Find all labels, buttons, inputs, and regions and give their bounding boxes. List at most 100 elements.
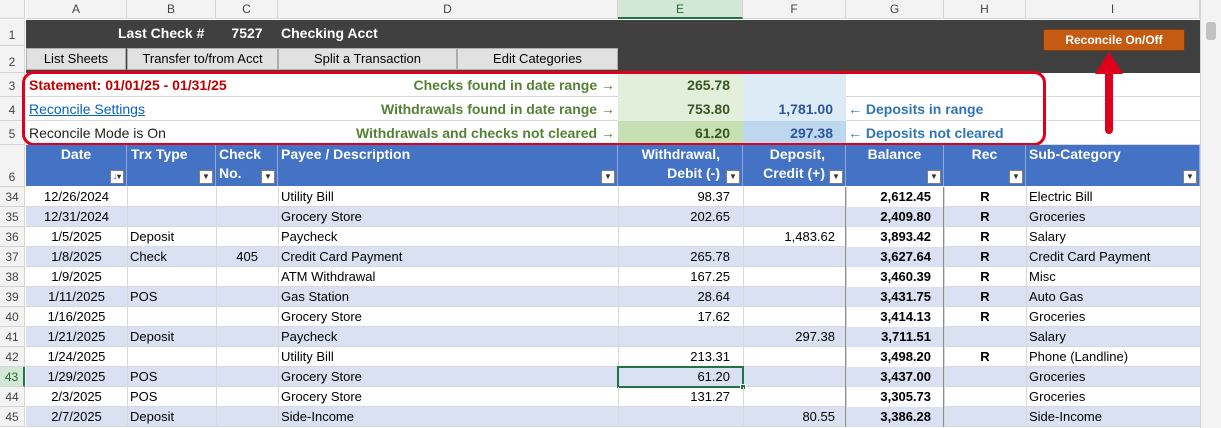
check-no-cell[interactable] [216,407,278,427]
check-no-cell[interactable] [216,307,278,327]
payee-cell[interactable]: Grocery Store [278,367,618,387]
date-cell[interactable]: 1/24/2025 [26,347,127,367]
date-cell[interactable]: 12/26/2024 [26,187,127,207]
row-header-45[interactable]: 45 [0,407,25,427]
filter-dropdown-icon[interactable]: ▼ [927,170,941,184]
date-cell[interactable]: 1/16/2025 [26,307,127,327]
column-header-d[interactable]: D [278,0,618,19]
filter-dropdown-icon[interactable]: ▼ [1183,170,1197,184]
subcategory-cell[interactable]: Groceries [1026,367,1200,387]
column-header-h[interactable]: H [944,0,1026,19]
payee-cell[interactable]: Grocery Store [278,207,618,227]
sort-filter-icon[interactable]: ↓▾ [110,170,124,184]
check-no-cell[interactable] [216,187,278,207]
row-header-34[interactable]: 34 [0,187,25,207]
split-transaction-button[interactable]: Split a Transaction [278,48,457,70]
check-no-cell[interactable] [216,347,278,367]
payee-cell[interactable]: Paycheck [278,227,618,247]
vertical-scrollbar[interactable] [1200,0,1221,428]
transfer-button[interactable]: Transfer to/from Acct [127,48,278,70]
trx-type-cell[interactable]: POS [127,367,216,387]
column-header-e[interactable]: E [618,0,743,19]
subcategory-cell[interactable]: Salary [1026,327,1200,347]
withdrawal-cell[interactable]: 213.31 [618,347,743,367]
deposit-cell[interactable]: 80.55 [743,407,846,427]
row-header-2[interactable]: 2 [0,46,25,73]
filter-dropdown-icon[interactable]: ▼ [199,170,213,184]
deposit-cell[interactable] [743,367,846,387]
deposit-cell[interactable]: 297.38 [743,327,846,347]
row-header-37[interactable]: 37 [0,247,25,267]
trx-type-cell[interactable] [127,307,216,327]
balance-cell[interactable]: 3,711.51 [846,327,944,347]
check-no-cell[interactable] [216,287,278,307]
row-header-40[interactable]: 40 [0,307,25,327]
balance-cell[interactable]: 3,431.75 [846,287,944,307]
row-header-39[interactable]: 39 [0,287,25,307]
row-header-44[interactable]: 44 [0,387,25,407]
subcategory-cell[interactable]: Groceries [1026,207,1200,227]
subcategory-cell[interactable]: Salary [1026,227,1200,247]
subcategory-cell[interactable]: Electric Bill [1026,187,1200,207]
rec-cell[interactable]: R [944,307,1026,327]
payee-cell[interactable]: Utility Bill [278,187,618,207]
deposit-cell[interactable] [743,267,846,287]
column-header-i[interactable]: I [1026,0,1200,19]
deposit-cell[interactable]: 1,483.62 [743,227,846,247]
row-header-36[interactable]: 36 [0,227,25,247]
check-no-cell[interactable] [216,227,278,247]
trx-type-cell[interactable]: Deposit [127,407,216,427]
balance-cell[interactable]: 3,893.42 [846,227,944,247]
withdrawal-cell[interactable] [618,407,743,427]
trx-type-cell[interactable] [127,207,216,227]
rec-cell[interactable]: R [944,247,1026,267]
row-header-6[interactable]: 6 [0,145,25,187]
rec-cell[interactable] [944,327,1026,347]
list-sheets-button[interactable]: List Sheets [26,48,126,70]
deposit-cell[interactable] [743,307,846,327]
date-cell[interactable]: 2/3/2025 [26,387,127,407]
withdrawal-cell[interactable]: 17.62 [618,307,743,327]
check-no-cell[interactable] [216,387,278,407]
rec-cell[interactable] [944,387,1026,407]
payee-cell[interactable]: Utility Bill [278,347,618,367]
deposit-cell[interactable] [743,247,846,267]
withdrawal-cell[interactable]: 131.27 [618,387,743,407]
trx-type-cell[interactable]: Deposit [127,327,216,347]
subcategory-cell[interactable]: Side-Income [1026,407,1200,427]
trx-type-cell[interactable] [127,267,216,287]
row-header-43[interactable]: 43 [0,367,25,387]
subcategory-cell[interactable]: Misc [1026,267,1200,287]
withdrawal-cell[interactable]: 202.65 [618,207,743,227]
trx-type-cell[interactable]: Deposit [127,227,216,247]
check-no-cell[interactable] [216,367,278,387]
column-header-a[interactable]: A [26,0,127,19]
edit-categories-button[interactable]: Edit Categories [457,48,618,70]
date-cell[interactable]: 1/21/2025 [26,327,127,347]
date-cell[interactable]: 2/7/2025 [26,407,127,427]
deposit-cell[interactable] [743,287,846,307]
filter-dropdown-icon[interactable]: ▼ [829,170,843,184]
filter-dropdown-icon[interactable]: ▼ [261,170,275,184]
column-header-f[interactable]: F [743,0,846,19]
deposit-cell[interactable] [743,207,846,227]
payee-cell[interactable]: Grocery Store [278,387,618,407]
trx-type-cell[interactable]: POS [127,287,216,307]
subcategory-cell[interactable]: Credit Card Payment [1026,247,1200,267]
rec-cell[interactable] [944,367,1026,387]
column-header-b[interactable]: B [127,0,216,19]
deposit-cell[interactable] [743,187,846,207]
row-header-1[interactable]: 1 [0,20,25,46]
scrollbar-thumb[interactable] [1206,22,1216,40]
rec-cell[interactable]: R [944,267,1026,287]
balance-cell[interactable]: 3,437.00 [846,367,944,387]
withdrawal-cell[interactable]: 167.25 [618,267,743,287]
row-header-42[interactable]: 42 [0,347,25,367]
rec-cell[interactable]: R [944,187,1026,207]
filter-dropdown-icon[interactable]: ▼ [601,170,615,184]
withdrawal-cell[interactable]: 28.64 [618,287,743,307]
row-header-38[interactable]: 38 [0,267,25,287]
check-no-cell[interactable] [216,327,278,347]
payee-cell[interactable]: Gas Station [278,287,618,307]
withdrawal-cell[interactable]: 265.78 [618,247,743,267]
